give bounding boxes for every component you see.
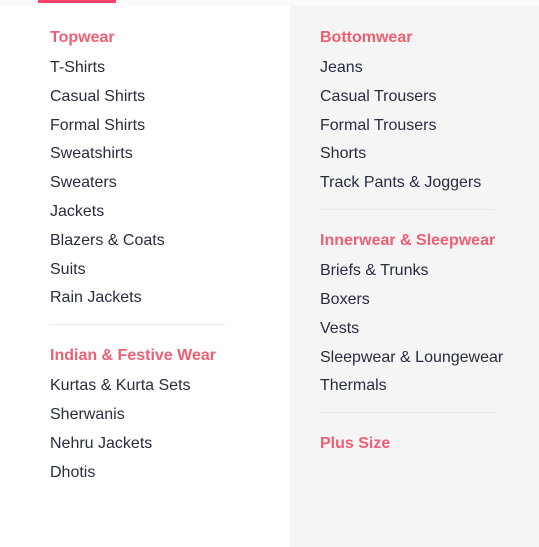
menu-link-suits[interactable]: Suits <box>50 260 290 280</box>
menu-link-sweatshirts[interactable]: Sweatshirts <box>50 144 290 164</box>
menu-link-sweaters[interactable]: Sweaters <box>50 173 290 193</box>
menu-link-jackets[interactable]: Jackets <box>50 202 290 222</box>
menu-column-left: Topwear T-Shirts Casual Shirts Formal Sh… <box>0 6 290 547</box>
category-heading-topwear[interactable]: Topwear <box>50 28 290 48</box>
menu-link-casual-shirts[interactable]: Casual Shirts <box>50 87 290 107</box>
menu-link-briefs-trunks[interactable]: Briefs & Trunks <box>320 261 539 281</box>
menu-link-sherwanis[interactable]: Sherwanis <box>50 405 290 425</box>
menu-link-sleepwear-loungewear[interactable]: Sleepwear & Loungewear <box>320 348 539 368</box>
menu-link-rain-jackets[interactable]: Rain Jackets <box>50 288 290 308</box>
menu-link-track-pants-joggers[interactable]: Track Pants & Joggers <box>320 173 539 193</box>
section-divider <box>50 324 225 326</box>
menu-link-kurtas-kurta-sets[interactable]: Kurtas & Kurta Sets <box>50 376 290 396</box>
menu-link-thermals[interactable]: Thermals <box>320 376 539 396</box>
menu-link-formal-trousers[interactable]: Formal Trousers <box>320 116 539 136</box>
menu-link-boxers[interactable]: Boxers <box>320 290 539 310</box>
menu-link-formal-shirts[interactable]: Formal Shirts <box>50 116 290 136</box>
menu-link-casual-trousers[interactable]: Casual Trousers <box>320 87 539 107</box>
menu-link-t-shirts[interactable]: T-Shirts <box>50 58 290 78</box>
section-divider <box>320 412 495 414</box>
menu-link-jeans[interactable]: Jeans <box>320 58 539 78</box>
category-heading-bottomwear[interactable]: Bottomwear <box>320 28 539 48</box>
menu-link-shorts[interactable]: Shorts <box>320 144 539 164</box>
mega-menu-dropdown: Topwear T-Shirts Casual Shirts Formal Sh… <box>0 0 539 547</box>
menu-link-blazers-coats[interactable]: Blazers & Coats <box>50 231 290 251</box>
section-divider <box>320 209 495 211</box>
active-tab-indicator <box>38 0 116 3</box>
category-heading-innerwear-sleepwear[interactable]: Innerwear & Sleepwear <box>320 231 539 251</box>
menu-column-right: Bottomwear Jeans Casual Trousers Formal … <box>290 6 539 547</box>
menu-link-dhotis[interactable]: Dhotis <box>50 463 290 483</box>
category-heading-indian-festive-wear[interactable]: Indian & Festive Wear <box>50 346 290 366</box>
menu-link-vests[interactable]: Vests <box>320 319 539 339</box>
menu-link-nehru-jackets[interactable]: Nehru Jackets <box>50 434 290 454</box>
category-heading-plus-size[interactable]: Plus Size <box>320 434 539 454</box>
